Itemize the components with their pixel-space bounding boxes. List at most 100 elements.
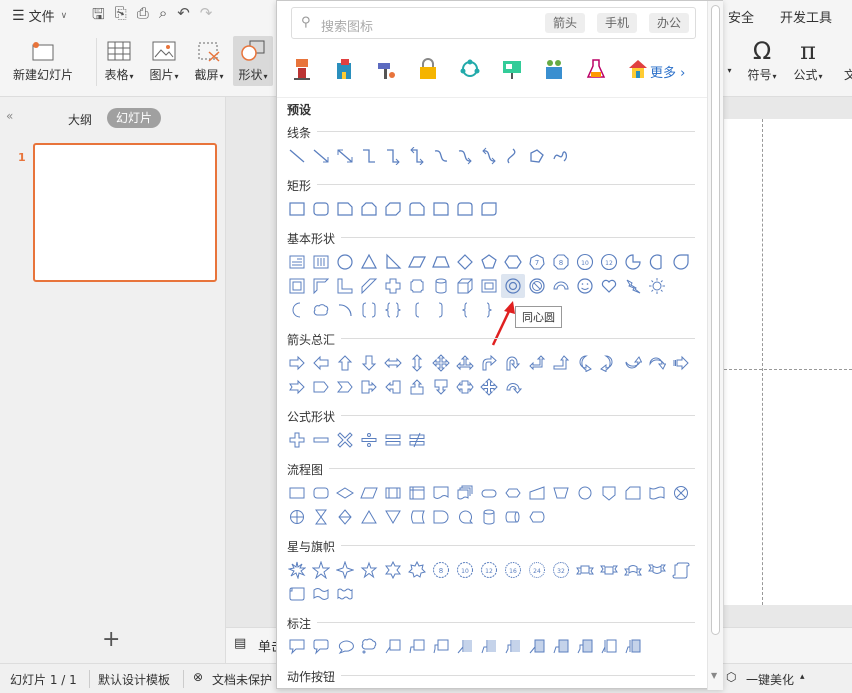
science-icon[interactable] bbox=[585, 57, 607, 81]
tab-slides[interactable]: 幻灯片 bbox=[107, 108, 162, 128]
rectangular-callout-shape[interactable] bbox=[285, 634, 309, 658]
wave-shape[interactable] bbox=[309, 582, 333, 606]
freeform-shape[interactable] bbox=[525, 144, 549, 168]
star-5-point-shape[interactable] bbox=[309, 558, 333, 582]
cloud-shape[interactable] bbox=[309, 298, 333, 322]
format-painter-icon[interactable]: ⎘ bbox=[115, 4, 127, 29]
chevron-shape[interactable] bbox=[333, 375, 357, 399]
beautify-button[interactable]: 一键美化 bbox=[746, 671, 794, 688]
line-callout-border-2-shape[interactable] bbox=[549, 634, 573, 658]
flowchart-sequential-access-storage-shape[interactable] bbox=[453, 505, 477, 529]
flowchart-internal-storage-shape[interactable] bbox=[405, 481, 429, 505]
decagon-shape[interactable]: 10 bbox=[573, 250, 597, 274]
tools-icon[interactable] bbox=[375, 57, 397, 81]
heart-shape[interactable] bbox=[597, 274, 621, 298]
oval-shape[interactable] bbox=[333, 250, 357, 274]
pentagon-arrow-shape[interactable] bbox=[309, 375, 333, 399]
star-4-point-shape[interactable] bbox=[333, 558, 357, 582]
cloud-callout-shape[interactable] bbox=[357, 634, 381, 658]
line-callout-no-border-2-shape[interactable] bbox=[621, 634, 645, 658]
file-menu[interactable]: ☰ 文件 ∨ bbox=[12, 6, 67, 26]
flowchart-predefined-process-shape[interactable] bbox=[381, 481, 405, 505]
pentagon-shape[interactable] bbox=[477, 250, 501, 274]
arrow-line-shape[interactable] bbox=[309, 144, 333, 168]
triangle-shape[interactable] bbox=[357, 250, 381, 274]
l-shape[interactable] bbox=[333, 274, 357, 298]
snip-same-side-rectangle-shape[interactable] bbox=[357, 197, 381, 221]
up-ribbon-shape[interactable] bbox=[573, 558, 597, 582]
shape-button[interactable]: 形状▾ bbox=[233, 36, 273, 86]
octagon-shape[interactable]: 8 bbox=[549, 250, 573, 274]
design-template[interactable]: 默认设计模板 bbox=[98, 671, 170, 688]
scribble-shape[interactable] bbox=[549, 144, 573, 168]
sun-shape[interactable] bbox=[645, 274, 669, 298]
flowchart-magnetic-disk-shape[interactable] bbox=[477, 505, 501, 529]
table-button[interactable]: 表格▾ bbox=[100, 36, 138, 83]
tab-security[interactable]: 安全 bbox=[728, 7, 754, 26]
flowchart-direct-access-storage-shape[interactable] bbox=[501, 505, 525, 529]
quad-arrow-callout-shape[interactable] bbox=[477, 375, 501, 399]
curved-up-ribbon-shape[interactable] bbox=[621, 558, 645, 582]
text-box-shape[interactable] bbox=[285, 250, 309, 274]
vertical-text-box-shape[interactable] bbox=[309, 250, 333, 274]
line-shape[interactable] bbox=[285, 144, 309, 168]
half-frame-shape[interactable] bbox=[309, 274, 333, 298]
double-brace-shape[interactable] bbox=[381, 298, 405, 322]
star-8-point-shape[interactable]: 8 bbox=[429, 558, 453, 582]
add-slide-icon[interactable]: + bbox=[102, 627, 120, 652]
left-right-up-arrow-shape[interactable] bbox=[453, 351, 477, 375]
snip-diagonal-rectangle-shape[interactable] bbox=[381, 197, 405, 221]
flowchart-extract-shape[interactable] bbox=[357, 505, 381, 529]
left-bracket-shape[interactable] bbox=[405, 298, 429, 322]
cross-shape[interactable] bbox=[381, 274, 405, 298]
star-32-point-shape[interactable]: 32 bbox=[549, 558, 573, 582]
right-arrow-callout-shape[interactable] bbox=[357, 375, 381, 399]
bevel-shape[interactable] bbox=[477, 274, 501, 298]
diamond-shape[interactable] bbox=[453, 250, 477, 274]
equal-shape[interactable] bbox=[381, 428, 405, 452]
left-arrow-shape[interactable] bbox=[309, 351, 333, 375]
flowchart-offpage-connector-shape[interactable] bbox=[597, 481, 621, 505]
flowchart-decision-shape[interactable] bbox=[333, 481, 357, 505]
lightning-bolt-shape[interactable] bbox=[621, 274, 645, 298]
flowchart-or-shape[interactable] bbox=[285, 505, 309, 529]
lock-icon[interactable] bbox=[417, 57, 439, 81]
tag-phone[interactable]: 手机 bbox=[597, 13, 638, 33]
parallelogram-shape[interactable] bbox=[405, 250, 429, 274]
arc-shape[interactable] bbox=[333, 298, 357, 322]
round-diagonal-rectangle-shape[interactable] bbox=[477, 197, 501, 221]
can-shape[interactable] bbox=[429, 274, 453, 298]
flowchart-preparation-shape[interactable] bbox=[501, 481, 525, 505]
flowchart-stored-data-shape[interactable] bbox=[405, 505, 429, 529]
down-arrow-shape[interactable] bbox=[357, 351, 381, 375]
flowchart-connector-shape[interactable] bbox=[573, 481, 597, 505]
divide-shape[interactable] bbox=[357, 428, 381, 452]
left-right-arrow-callout-shape[interactable] bbox=[453, 375, 477, 399]
right-arrow-shape[interactable] bbox=[285, 351, 309, 375]
curved-right-arrow-shape[interactable] bbox=[573, 351, 597, 375]
star-24-point-shape[interactable]: 24 bbox=[525, 558, 549, 582]
ribbon-overflow-left[interactable]: ▾ bbox=[724, 36, 734, 75]
flowchart-process-shape[interactable] bbox=[285, 481, 309, 505]
slide-thumbnail[interactable] bbox=[33, 143, 217, 282]
double-arrow-line-shape[interactable] bbox=[333, 144, 357, 168]
right-triangle-shape[interactable] bbox=[381, 250, 405, 274]
team-icon[interactable] bbox=[543, 57, 565, 81]
line-callout-border-3-shape[interactable] bbox=[573, 634, 597, 658]
up-down-arrow-shape[interactable] bbox=[405, 351, 429, 375]
vertical-scroll-shape[interactable] bbox=[669, 558, 693, 582]
cube-shape[interactable] bbox=[453, 274, 477, 298]
tab-outline[interactable]: 大纲 bbox=[68, 111, 92, 128]
curved-up-arrow-shape[interactable] bbox=[621, 351, 645, 375]
new-slide-button[interactable]: 新建幻灯片 bbox=[8, 36, 78, 83]
doc-protect-status[interactable]: 文档未保护 bbox=[212, 671, 272, 688]
striped-right-arrow-shape[interactable] bbox=[669, 351, 693, 375]
tag-arrow[interactable]: 箭头 bbox=[545, 13, 586, 33]
down-arrow-callout-shape[interactable] bbox=[429, 375, 453, 399]
rounded-rectangle-shape[interactable] bbox=[309, 197, 333, 221]
double-bracket-shape[interactable] bbox=[357, 298, 381, 322]
tag-office[interactable]: 办公 bbox=[649, 13, 690, 33]
flowchart-collate-shape[interactable] bbox=[309, 505, 333, 529]
horizontal-scroll-shape[interactable] bbox=[285, 582, 309, 606]
up-arrow-shape[interactable] bbox=[333, 351, 357, 375]
